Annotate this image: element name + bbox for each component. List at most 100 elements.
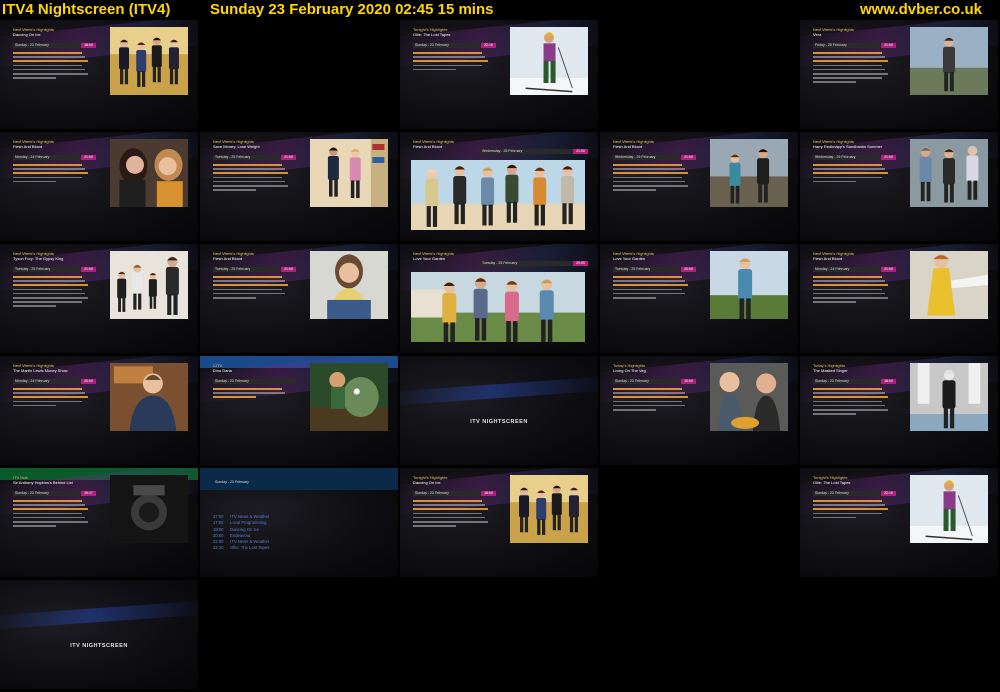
schedule-row: 22:10 Ollie: The Lost Tapes xyxy=(213,545,269,551)
programme-image xyxy=(710,363,788,431)
description-text-block xyxy=(13,52,91,81)
broadcast-time: 22:10 xyxy=(881,491,896,496)
description-text-block xyxy=(413,52,491,73)
broadcast-time: 19:17 xyxy=(81,491,96,496)
broadcast-datetime: Sunday 23 February 2020 02:45 15 mins xyxy=(210,1,494,18)
schedule-title: Endeavour xyxy=(230,532,251,538)
screenshot-tile[interactable]: Tonight's Highlights Ollie: The Lost Tap… xyxy=(400,20,598,129)
screenshot-tile[interactable]: Next Week's Highlights Flesh And Blood M… xyxy=(0,132,198,241)
broadcast-time: 21:00 xyxy=(573,149,588,154)
broadcast-day: Sunday - 23 February xyxy=(215,480,249,484)
screenshot-tile[interactable]: Today's Highlights The Masked Singer Sun… xyxy=(800,356,998,465)
programme-image xyxy=(710,251,788,319)
description-text-block xyxy=(813,500,891,521)
description-text-block xyxy=(813,164,891,185)
programme-title: Ollie: The Lost Tapes xyxy=(813,480,851,485)
screenshot-tile[interactable]: Next Week's Highlights Flesh And Blood M… xyxy=(800,244,998,353)
schedule-list: 17:00 ITV News & Weather 17:05 Local Pro… xyxy=(213,514,269,552)
programme-title: Ollie: The Lost Tapes xyxy=(413,32,451,37)
programme-image xyxy=(910,363,988,431)
description-text-block xyxy=(213,388,291,401)
programme-title: Dino Dana xyxy=(213,368,232,373)
empty-tile xyxy=(600,20,798,129)
broadcast-time: 21:00 xyxy=(881,43,896,48)
screenshot-tile[interactable]: Next Week's Highlights Save Money: Lose … xyxy=(200,132,398,241)
programme-image xyxy=(510,475,588,543)
programme-image xyxy=(910,251,988,319)
broadcast-time: 21:00 xyxy=(881,155,896,160)
broadcast-time: 18:00 xyxy=(881,379,896,384)
schedule-header-band xyxy=(200,468,398,490)
broadcast-time: 20:00 xyxy=(681,267,696,272)
date-bar: Sunday - 23 February 18:00 xyxy=(13,43,96,48)
programme-title: Flesh And Blood xyxy=(213,256,243,261)
description-text-block xyxy=(813,276,891,305)
broadcast-day: Wednesday - 26 February xyxy=(815,155,856,159)
screenshot-tile[interactable]: Next Week's Highlights Flesh And Blood W… xyxy=(600,132,798,241)
broadcast-day: Friday - 28 February xyxy=(815,43,847,47)
programme-image xyxy=(910,475,988,543)
screenshot-tile[interactable]: Next Week's Highlights Tyson Fury: The G… xyxy=(0,244,198,353)
broadcast-time: 20:00 xyxy=(81,379,96,384)
screenshot-tile[interactable]: Next Week's Highlights The Martin Lewis … xyxy=(0,356,198,465)
site-link[interactable]: www.dvber.co.uk xyxy=(860,0,982,19)
broadcast-day: Sunday - 23 February xyxy=(415,43,449,47)
screenshot-tile[interactable]: Next Week's Highlights Flesh And Blood W… xyxy=(400,132,598,241)
broadcast-time: 10:00 xyxy=(681,379,696,384)
screenshot-tile[interactable]: ITV NIGHTSCREEN xyxy=(0,580,198,689)
programme-image xyxy=(110,475,188,543)
broadcast-time: 18:00 xyxy=(481,491,496,496)
broadcast-day: Wednesday - 26 February xyxy=(615,155,656,159)
screenshot-tile[interactable]: Tonight's Highlights Dancing On Ice Sund… xyxy=(400,468,598,577)
programme-title: Living On The Veg xyxy=(613,368,646,373)
broadcast-time: 18:00 xyxy=(81,43,96,48)
date-bar: Sunday - 23 February 22:10 xyxy=(413,43,496,48)
description-text-block xyxy=(813,52,891,86)
date-bar: Sunday - 23 February 22:10 xyxy=(813,491,896,496)
broadcast-time: 21:00 xyxy=(81,267,96,272)
header-bar: ITV4 Nightscreen (ITV4) Sunday 23 Februa… xyxy=(0,0,1000,19)
screenshot-grid: Next Week's Highlights Dancing On Ice Su… xyxy=(0,20,1000,692)
date-bar: Sunday - 23 February 19:17 xyxy=(13,491,96,496)
screenshot-tile[interactable]: Next Week's Highlights Love Your Garden xyxy=(400,244,598,353)
description-text-block xyxy=(13,276,91,310)
schedule-title: ITV News & Weather xyxy=(230,539,270,545)
programme-image xyxy=(510,27,588,95)
date-bar: Tuesday - 25 February 20:00 xyxy=(480,261,588,266)
screenshot-tile[interactable]: ITV NIGHTSCREEN xyxy=(400,356,598,465)
description-text-block xyxy=(613,164,691,193)
broadcast-day: Tuesday - 25 February xyxy=(215,155,251,159)
screenshot-tile[interactable]: Next Week's Highlights Dancing On Ice Su… xyxy=(0,20,198,129)
programme-title: Save Money: Lose Weight xyxy=(213,144,260,149)
programme-image xyxy=(110,363,188,431)
programme-image xyxy=(310,251,388,319)
screenshot-tile[interactable]: Next Week's Highlights Vera Friday - 28 … xyxy=(800,20,998,129)
programme-title: Love Your Garden xyxy=(613,256,646,261)
programme-title: Love Your Garden xyxy=(413,256,446,261)
nightscreen-label: ITV NIGHTSCREEN xyxy=(70,643,128,649)
screenshot-tile[interactable]: Next Week's Highlights Flesh And Blood T… xyxy=(200,244,398,353)
broadcast-time: 21:00 xyxy=(281,155,296,160)
description-text-block xyxy=(413,500,491,529)
broadcast-day: Tuesday - 25 February xyxy=(482,261,518,265)
date-bar: Tuesday - 25 February 21:00 xyxy=(213,155,296,160)
screenshot-tile[interactable]: CITV Dino Dana Sunday - 23 February xyxy=(200,356,398,465)
screenshot-tile[interactable]: ITV Hub Sir Anthony Hopkins's Behind Lis… xyxy=(0,468,198,577)
screenshot-tile[interactable]: Next Week's Highlights Harry Redknapp's … xyxy=(800,132,998,241)
description-text-block xyxy=(13,164,91,185)
date-bar: Tuesday - 25 February 21:00 xyxy=(13,267,96,272)
screenshot-tile[interactable]: Tonight's Highlights Ollie: The Lost Tap… xyxy=(800,468,998,577)
broadcast-day: Tuesday - 25 February xyxy=(215,267,251,271)
empty-tile xyxy=(600,580,798,689)
screenshot-tile[interactable]: Today's Highlights Living On The Veg Sun… xyxy=(600,356,798,465)
programme-image xyxy=(910,27,988,95)
screenshot-tile[interactable]: Next Week's Highlights Love Your Garden … xyxy=(600,244,798,353)
screenshot-tile[interactable]: Sunday - 23 February 17:00 ITV News & We… xyxy=(200,468,398,577)
programme-image xyxy=(110,27,188,95)
schedule-title: Local Programming xyxy=(230,520,267,526)
date-bar: Monday - 24 February 21:00 xyxy=(13,155,96,160)
programme-title: Flesh And Blood xyxy=(13,144,43,149)
empty-tile xyxy=(600,468,798,577)
schedule-title: Ollie: The Lost Tapes xyxy=(230,545,270,551)
date-bar: Sunday - 23 February xyxy=(213,379,296,384)
